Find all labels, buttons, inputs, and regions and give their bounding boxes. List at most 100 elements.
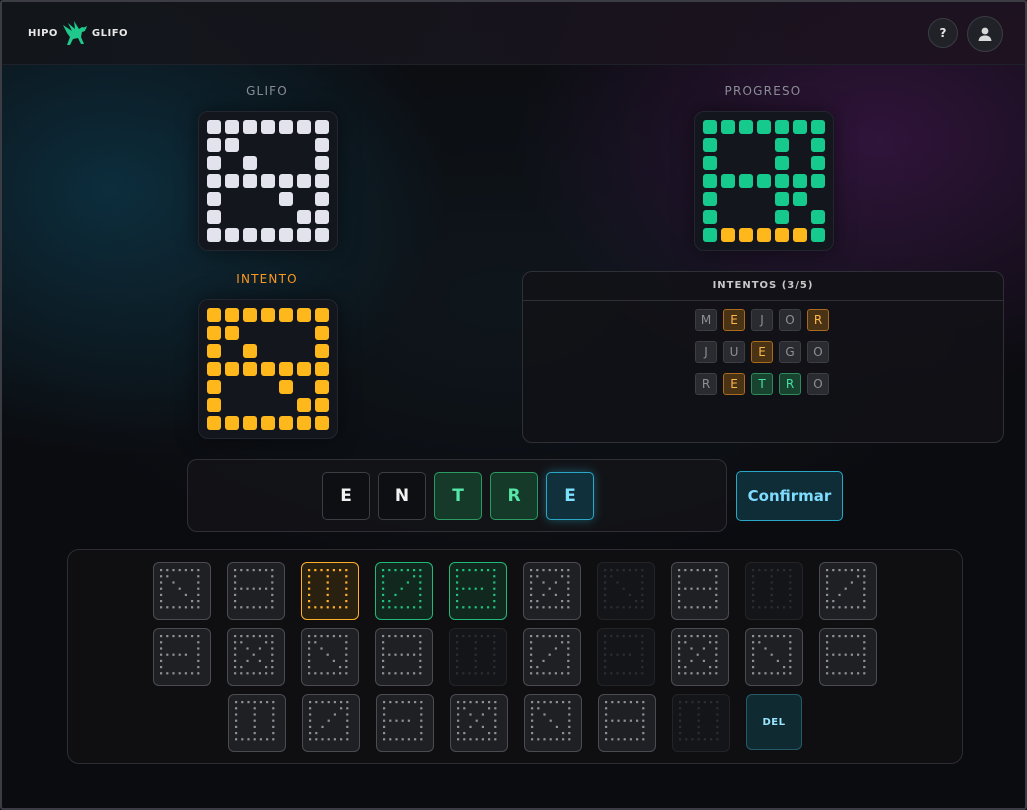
- glyph-pattern-icon: [382, 569, 422, 609]
- glyph-pattern-icon: [160, 569, 200, 609]
- glyph-cell: [225, 174, 239, 188]
- glyph-cell: [721, 156, 735, 170]
- app-header: HIPO GLIFO ?: [0, 0, 1027, 65]
- glyph-pattern-icon: [605, 701, 645, 741]
- glyph-key[interactable]: [153, 628, 211, 686]
- glyph-cell: [703, 156, 717, 170]
- glyph-key[interactable]: [523, 628, 581, 686]
- glyph-cell: [297, 380, 311, 394]
- glyph-cell: [207, 156, 221, 170]
- glyph-key[interactable]: [301, 628, 359, 686]
- glyph-pattern-icon: [234, 569, 274, 609]
- intento-label: INTENTO: [236, 272, 298, 286]
- glyph-cell: [811, 138, 825, 152]
- glyph-cell: [703, 228, 717, 242]
- word-slot[interactable]: T: [434, 472, 482, 520]
- glyph-cell: [261, 138, 275, 152]
- glyph-key[interactable]: [671, 562, 729, 620]
- glyph-key[interactable]: [301, 562, 359, 620]
- glyph-cell: [297, 344, 311, 358]
- glyph-cell: [279, 362, 293, 376]
- word-slot[interactable]: E: [546, 472, 594, 520]
- glyph-key[interactable]: [227, 562, 285, 620]
- glyph-key[interactable]: [450, 694, 508, 752]
- attempt-letter: T: [751, 373, 773, 395]
- glyph-pattern-icon: [531, 701, 571, 741]
- glyph-key[interactable]: [302, 694, 360, 752]
- glyph-cell: [315, 344, 329, 358]
- glyph-key[interactable]: [671, 628, 729, 686]
- glyph-cell: [315, 326, 329, 340]
- attempts-panel: INTENTOS (3/5) MEJOR JUEGO RETRO: [522, 271, 1004, 443]
- attempt-letter: J: [695, 341, 717, 363]
- glyph-cell: [757, 210, 771, 224]
- word-slot[interactable]: R: [490, 472, 538, 520]
- glyph-key[interactable]: [524, 694, 582, 752]
- glyph-key[interactable]: [375, 628, 433, 686]
- attempt-letter: O: [779, 309, 801, 331]
- glyph-pattern-icon: [752, 569, 792, 609]
- word-slot[interactable]: N: [378, 472, 426, 520]
- glyph-key[interactable]: [597, 562, 655, 620]
- glyph-cell: [207, 174, 221, 188]
- glyph-key[interactable]: [819, 628, 877, 686]
- glyph-pattern-icon: [160, 635, 200, 675]
- glyph-cell: [739, 210, 753, 224]
- glyph-cell: [297, 156, 311, 170]
- glyph-cell: [757, 138, 771, 152]
- glyph-cell: [279, 192, 293, 206]
- glyph-key[interactable]: [228, 694, 286, 752]
- glyph-cell: [297, 138, 311, 152]
- user-button[interactable]: [967, 16, 1003, 52]
- glyph-cell: [225, 120, 239, 134]
- glyph-cell: [315, 174, 329, 188]
- glyph-cell: [703, 192, 717, 206]
- glyph-key[interactable]: [153, 562, 211, 620]
- glyph-key[interactable]: [598, 694, 656, 752]
- glyph-key[interactable]: [523, 562, 581, 620]
- glyph-pattern-icon: [457, 701, 497, 741]
- glyph-cell: [297, 174, 311, 188]
- glyph-cell: [279, 380, 293, 394]
- glyph-cell: [261, 416, 275, 430]
- glyph-cell: [261, 192, 275, 206]
- glyph-cell: [207, 398, 221, 412]
- glyph-pattern-icon: [826, 569, 866, 609]
- glyph-cell: [279, 228, 293, 242]
- logo[interactable]: HIPO GLIFO: [28, 20, 128, 46]
- glyph-cell: [775, 210, 789, 224]
- glyph-key[interactable]: [672, 694, 730, 752]
- glyph-cell: [225, 344, 239, 358]
- glyph-key[interactable]: [375, 562, 433, 620]
- progreso-panel: [694, 111, 834, 251]
- delete-key[interactable]: DEL: [746, 694, 802, 750]
- glyph-key[interactable]: [745, 562, 803, 620]
- glyph-pattern-icon: [456, 635, 496, 675]
- word-slot[interactable]: E: [322, 472, 370, 520]
- glyph-key[interactable]: [376, 694, 434, 752]
- glyph-cell: [243, 138, 257, 152]
- glyph-cell: [243, 416, 257, 430]
- glyph-pattern-icon: [604, 569, 644, 609]
- glyph-cell: [757, 228, 771, 242]
- glyph-key[interactable]: [449, 628, 507, 686]
- glyph-cell: [775, 156, 789, 170]
- glyph-cell: [315, 380, 329, 394]
- glyph-key[interactable]: [819, 562, 877, 620]
- glyph-pattern-icon: [309, 701, 349, 741]
- logo-text-left: HIPO: [28, 27, 58, 39]
- glyph-cell: [279, 326, 293, 340]
- glyph-key[interactable]: [227, 628, 285, 686]
- glyph-cell: [207, 308, 221, 322]
- help-button[interactable]: ?: [928, 18, 958, 48]
- attempt-letter: E: [723, 309, 745, 331]
- glyph-key[interactable]: [449, 562, 507, 620]
- glyph-key[interactable]: [745, 628, 803, 686]
- glyph-cell: [793, 174, 807, 188]
- glyph-cell: [793, 210, 807, 224]
- confirm-button[interactable]: Confirmar: [736, 471, 843, 521]
- glyph-cell: [261, 344, 275, 358]
- glyph-key[interactable]: [597, 628, 655, 686]
- glyph-cell: [811, 192, 825, 206]
- glyph-cell: [243, 120, 257, 134]
